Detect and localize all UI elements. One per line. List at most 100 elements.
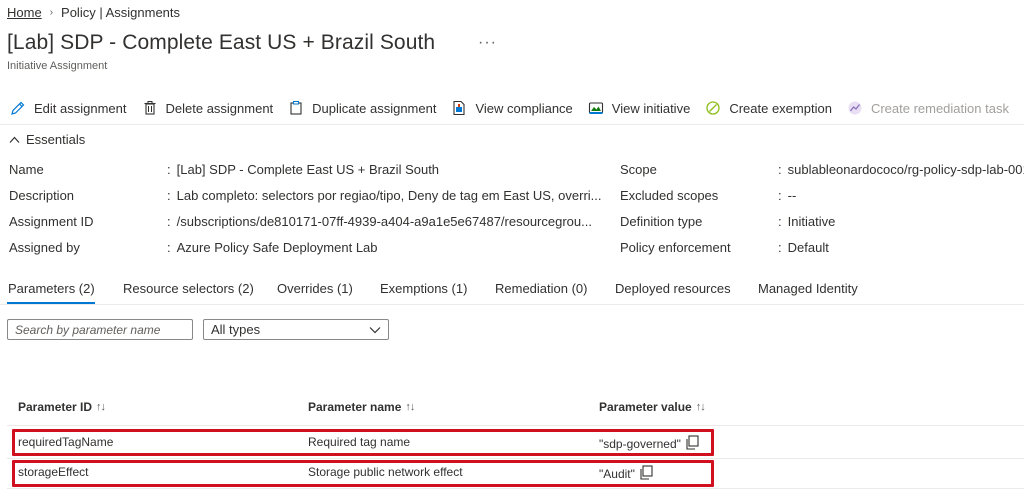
duplicate-assignment-label: Duplicate assignment (312, 100, 437, 116)
exemption-icon (705, 99, 725, 117)
assignment-id: /subscriptions/de810171-07ff-4939-a404-a… (176, 214, 592, 229)
column-header-parameter-id[interactable]: Parameter ID ↑↓ (18, 400, 106, 414)
scope-link[interactable]: sublableonardococo/rg-policy-sdp-lab-001 (788, 162, 1024, 177)
parameter-name-cell: Storage public network effect (308, 465, 463, 479)
essentials-assignment-id-label: Assignment ID (9, 214, 94, 229)
colon: : (778, 188, 782, 203)
row-divider (7, 488, 1024, 489)
toolbar-divider (0, 124, 1024, 125)
colon: : (167, 240, 171, 255)
compliance-icon (451, 99, 471, 117)
assignment-description: Lab completo: selectors por regiao/tipo,… (176, 188, 602, 203)
breadcrumb-current[interactable]: Policy | Assignments (61, 5, 180, 20)
view-initiative-button[interactable]: View initiative (588, 98, 691, 118)
tab-resource-selectors[interactable]: Resource selectors (2) (123, 281, 254, 296)
column-header-parameter-name[interactable]: Parameter name ↑↓ (308, 400, 415, 414)
page-title: [Lab] SDP - Complete East US + Brazil So… (7, 31, 436, 54)
tab-overrides[interactable]: Overrides (1) (277, 281, 353, 296)
copy-icon[interactable] (685, 435, 699, 453)
edit-assignment-label: Edit assignment (34, 100, 127, 116)
page-subtitle: Initiative Assignment (7, 60, 108, 72)
remediation-icon (847, 99, 867, 117)
edit-assignment-button[interactable]: Edit assignment (10, 98, 127, 118)
tabs-divider (0, 304, 1024, 305)
essentials-policy-enforcement-value: : Default (778, 240, 829, 255)
parameter-value-text: "sdp-governed" (599, 437, 681, 451)
essentials-description-label: Description (9, 188, 75, 203)
essentials-assigned-by-label: Assigned by (9, 240, 80, 255)
essentials-toggle[interactable]: Essentials (9, 132, 85, 147)
essentials-name-value: : [Lab] SDP - Complete East US + Brazil S… (167, 162, 439, 177)
table-header-divider (7, 425, 1024, 426)
column-header-label: Parameter value (599, 400, 692, 414)
definition-type: Initiative (787, 214, 836, 229)
parameter-search-input[interactable] (7, 319, 193, 340)
type-filter-dropdown[interactable]: All types (203, 319, 389, 340)
initiative-icon (588, 99, 608, 117)
essentials-definition-type-label: Definition type (620, 214, 703, 229)
essentials-scope-value: : sublableonardococo/rg-policy-sdp-lab-00… (778, 162, 1024, 177)
colon: : (778, 162, 782, 177)
column-header-label: Parameter name (308, 400, 402, 414)
sort-icon: ↑↓ (695, 401, 706, 413)
tab-parameters[interactable]: Parameters (2) (8, 281, 95, 296)
chevron-right-icon: › (49, 7, 54, 18)
parameter-id-cell: requiredTagName (18, 435, 114, 449)
colon: : (167, 188, 171, 203)
parameter-value-text: "Audit" (599, 467, 635, 481)
essentials-excluded-scopes-label: Excluded scopes (620, 188, 719, 203)
create-remediation-task-button[interactable]: Create remediation task (847, 98, 1009, 118)
tab-exemptions[interactable]: Exemptions (1) (380, 281, 467, 296)
command-bar: Edit assignment Delete assignment Duplic… (10, 98, 1009, 118)
tab-remediation[interactable]: Remediation (0) (495, 281, 588, 296)
duplicate-assignment-button[interactable]: Duplicate assignment (288, 98, 436, 118)
policy-enforcement: Default (787, 240, 829, 255)
duplicate-icon (288, 99, 308, 117)
more-options-button[interactable]: ··· (478, 34, 497, 52)
essentials-assigned-by-value: : Azure Policy Safe Deployment Lab (167, 240, 378, 255)
excluded-scopes: -- (787, 188, 797, 203)
create-exemption-button[interactable]: Create exemption (705, 98, 832, 118)
essentials-policy-enforcement-label: Policy enforcement (620, 240, 731, 255)
colon: : (167, 214, 171, 229)
table-row: storageEffect Storage public network eff… (7, 458, 1024, 488)
essentials-assignment-id-value: : /subscriptions/de810171-07ff-4939-a404-… (167, 214, 592, 229)
colon: : (778, 214, 782, 229)
table-row: requiredTagName Required tag name "sdp-g… (7, 428, 1024, 458)
chevron-up-icon (9, 132, 20, 147)
parameter-name-cell: Required tag name (308, 435, 411, 449)
breadcrumb: Home › Policy | Assignments (7, 5, 180, 20)
column-header-parameter-value[interactable]: Parameter value ↑↓ (599, 400, 706, 414)
create-remediation-task-label: Create remediation task (870, 100, 1009, 116)
sort-icon: ↑↓ (405, 401, 415, 413)
essentials-excluded-scopes-value: : -- (778, 188, 796, 203)
tab-deployed-resources[interactable]: Deployed resources (615, 281, 731, 296)
colon: : (778, 240, 782, 255)
trash-icon (142, 99, 162, 117)
pencil-icon (10, 99, 30, 117)
parameter-value-cell: "sdp-governed" (599, 435, 699, 453)
sort-icon: ↑↓ (96, 401, 106, 413)
view-compliance-label: View compliance (475, 100, 573, 116)
create-exemption-label: Create exemption (729, 100, 832, 116)
delete-assignment-label: Delete assignment (165, 100, 274, 116)
assigned-by: Azure Policy Safe Deployment Lab (176, 240, 378, 255)
view-initiative-label: View initiative (611, 100, 691, 116)
parameter-value-cell: "Audit" (599, 465, 653, 483)
essentials-description-value: : Lab completo: selectors por regiao/tipo… (167, 188, 602, 203)
essentials-name-label: Name (9, 162, 44, 177)
colon: : (167, 162, 171, 177)
column-header-label: Parameter ID (18, 400, 93, 414)
assignment-name: [Lab] SDP - Complete East US + Brazil So… (176, 162, 440, 177)
essentials-scope-label: Scope (620, 162, 657, 177)
view-compliance-button[interactable]: View compliance (451, 98, 573, 118)
chevron-down-icon (369, 322, 381, 337)
delete-assignment-button[interactable]: Delete assignment (142, 98, 274, 118)
essentials-label: Essentials (26, 132, 86, 147)
breadcrumb-home-link[interactable]: Home (7, 5, 42, 20)
type-filter-value: All types (211, 322, 261, 337)
parameter-id-cell: storageEffect (18, 465, 89, 479)
copy-icon[interactable] (639, 465, 653, 483)
tab-managed-identity[interactable]: Managed Identity (758, 281, 858, 296)
essentials-definition-type-value: : Initiative (778, 214, 835, 229)
